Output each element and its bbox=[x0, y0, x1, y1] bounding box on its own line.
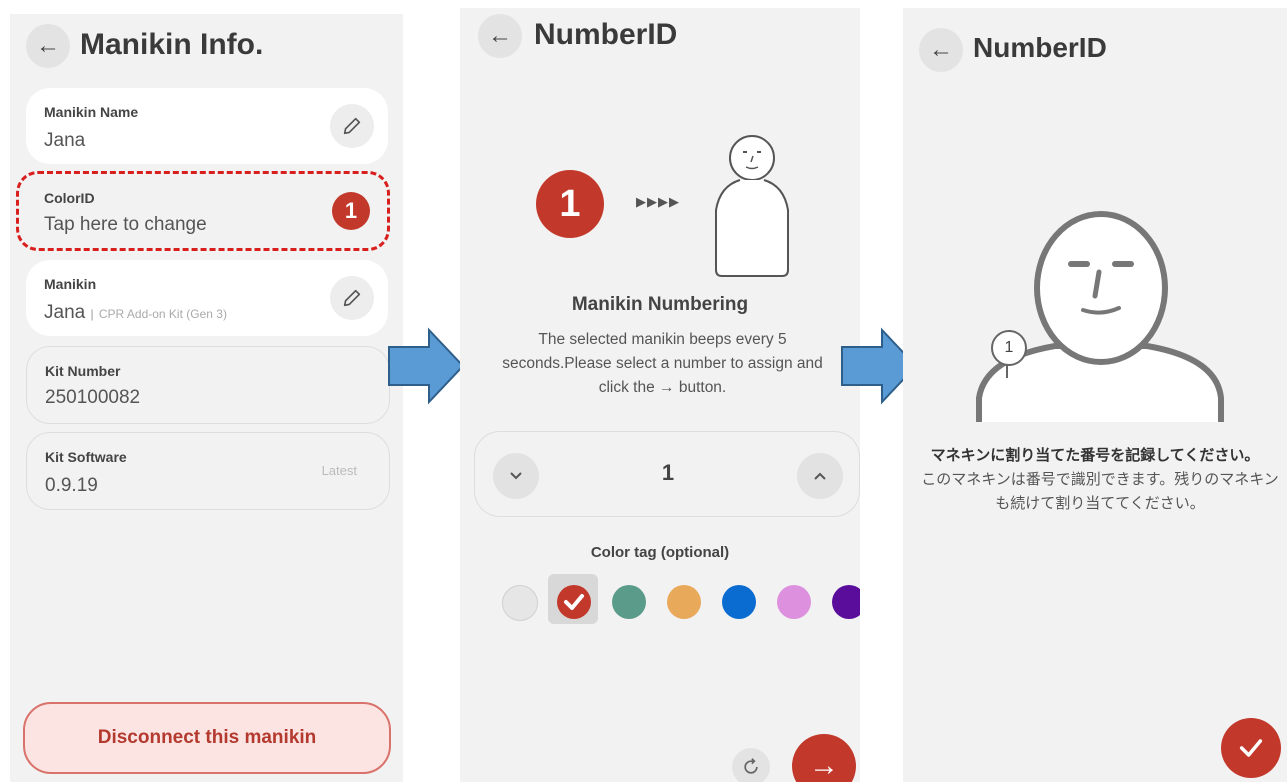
manikin-value: Jana | CPR Add-on Kit (Gen 3) bbox=[44, 302, 227, 324]
highlight-outline bbox=[16, 171, 390, 251]
color-swatch[interactable] bbox=[612, 585, 646, 619]
kit-number-card: Kit Number 250100082 bbox=[26, 346, 390, 424]
checkmark-icon bbox=[564, 594, 584, 610]
color-swatch[interactable] bbox=[832, 585, 860, 619]
arrow-right-icon: → bbox=[809, 749, 839, 782]
page-title: Manikin Info. bbox=[80, 28, 264, 61]
reset-button[interactable] bbox=[732, 748, 770, 782]
separator: | bbox=[90, 307, 94, 321]
page-title: NumberID bbox=[973, 32, 1107, 63]
manikin-name-value: Jana bbox=[44, 130, 86, 151]
color-swatch-selected[interactable] bbox=[557, 585, 591, 619]
manikin-kit-type: CPR Add-on Kit (Gen 3) bbox=[98, 307, 227, 321]
manikin-name-text: Jana bbox=[44, 302, 86, 323]
edit-name-button[interactable] bbox=[330, 104, 374, 148]
back-arrow-icon: ← bbox=[929, 36, 953, 63]
refresh-icon bbox=[744, 758, 758, 774]
kit-number-value: 250100082 bbox=[45, 387, 141, 408]
manikin-label: Manikin bbox=[44, 276, 97, 292]
chevron-up-icon bbox=[814, 472, 826, 480]
kit-software-value: 0.9.19 bbox=[45, 475, 98, 496]
manikin-info-screen: ← Manikin Info. Manikin Name Jana ColorI… bbox=[10, 14, 403, 782]
section-title: Manikin Numbering bbox=[571, 294, 749, 315]
kit-software-label: Kit Software bbox=[45, 449, 127, 465]
confirm-button[interactable] bbox=[1221, 718, 1281, 778]
disconnect-button[interactable]: Disconnect this manikin bbox=[23, 702, 391, 774]
beep-arrows: ▶▶▶▶ bbox=[636, 194, 680, 209]
back-arrow-icon: ← bbox=[488, 22, 512, 49]
back-button[interactable]: ← bbox=[478, 14, 522, 58]
color-swatch[interactable] bbox=[722, 585, 756, 619]
color-swatch[interactable] bbox=[667, 585, 701, 619]
manikin-figure-icon bbox=[715, 135, 789, 277]
software-status: Latest bbox=[321, 463, 357, 478]
edit-manikin-button[interactable] bbox=[330, 276, 374, 320]
kit-software-card: Kit Software 0.9.19 Latest bbox=[26, 432, 390, 510]
increment-button[interactable] bbox=[797, 453, 843, 499]
back-button[interactable]: ← bbox=[26, 24, 70, 68]
instruction-text: このマネキンは番号で識別できます。残りのマネキンも続けて割り当ててください。 bbox=[921, 471, 1279, 512]
number-id-screen: ← NumberID 1 ▶▶▶▶ Manikin Numbering The … bbox=[460, 8, 860, 782]
checkmark-icon bbox=[1239, 739, 1263, 757]
number-id-confirm-screen: ← NumberID 1 マネキンに割り当てた番号を記録してください。 このマネ… bbox=[903, 8, 1287, 782]
flow-arrow-icon bbox=[388, 327, 465, 405]
back-arrow-icon: ← bbox=[36, 32, 60, 59]
instruction-text: The selected manikin beeps every 5 secon… bbox=[502, 331, 823, 396]
manikin-card: Manikin Jana | CPR Add-on Kit (Gen 3) bbox=[26, 260, 388, 336]
color-swatch[interactable] bbox=[502, 585, 538, 621]
number-badge: 1 bbox=[536, 170, 604, 238]
back-button[interactable]: ← bbox=[919, 28, 963, 72]
color-tag-label: Color tag (optional) bbox=[590, 544, 730, 561]
kit-number-label: Kit Number bbox=[45, 363, 121, 379]
color-swatch[interactable] bbox=[777, 585, 811, 619]
manikin-bust-icon bbox=[976, 211, 1224, 422]
number-tag: 1 bbox=[991, 330, 1027, 366]
instruction-title: マネキンに割り当てた番号を記録してください。 bbox=[930, 447, 1260, 464]
pencil-icon bbox=[343, 289, 361, 307]
number-stepper: 1 bbox=[474, 431, 860, 517]
manikin-name-card: Manikin Name Jana bbox=[26, 88, 388, 164]
page-title: NumberID bbox=[534, 18, 678, 51]
tag-string bbox=[1006, 364, 1008, 378]
pencil-icon bbox=[343, 117, 361, 135]
next-button[interactable]: → bbox=[792, 734, 856, 782]
manikin-name-label: Manikin Name bbox=[44, 104, 139, 120]
